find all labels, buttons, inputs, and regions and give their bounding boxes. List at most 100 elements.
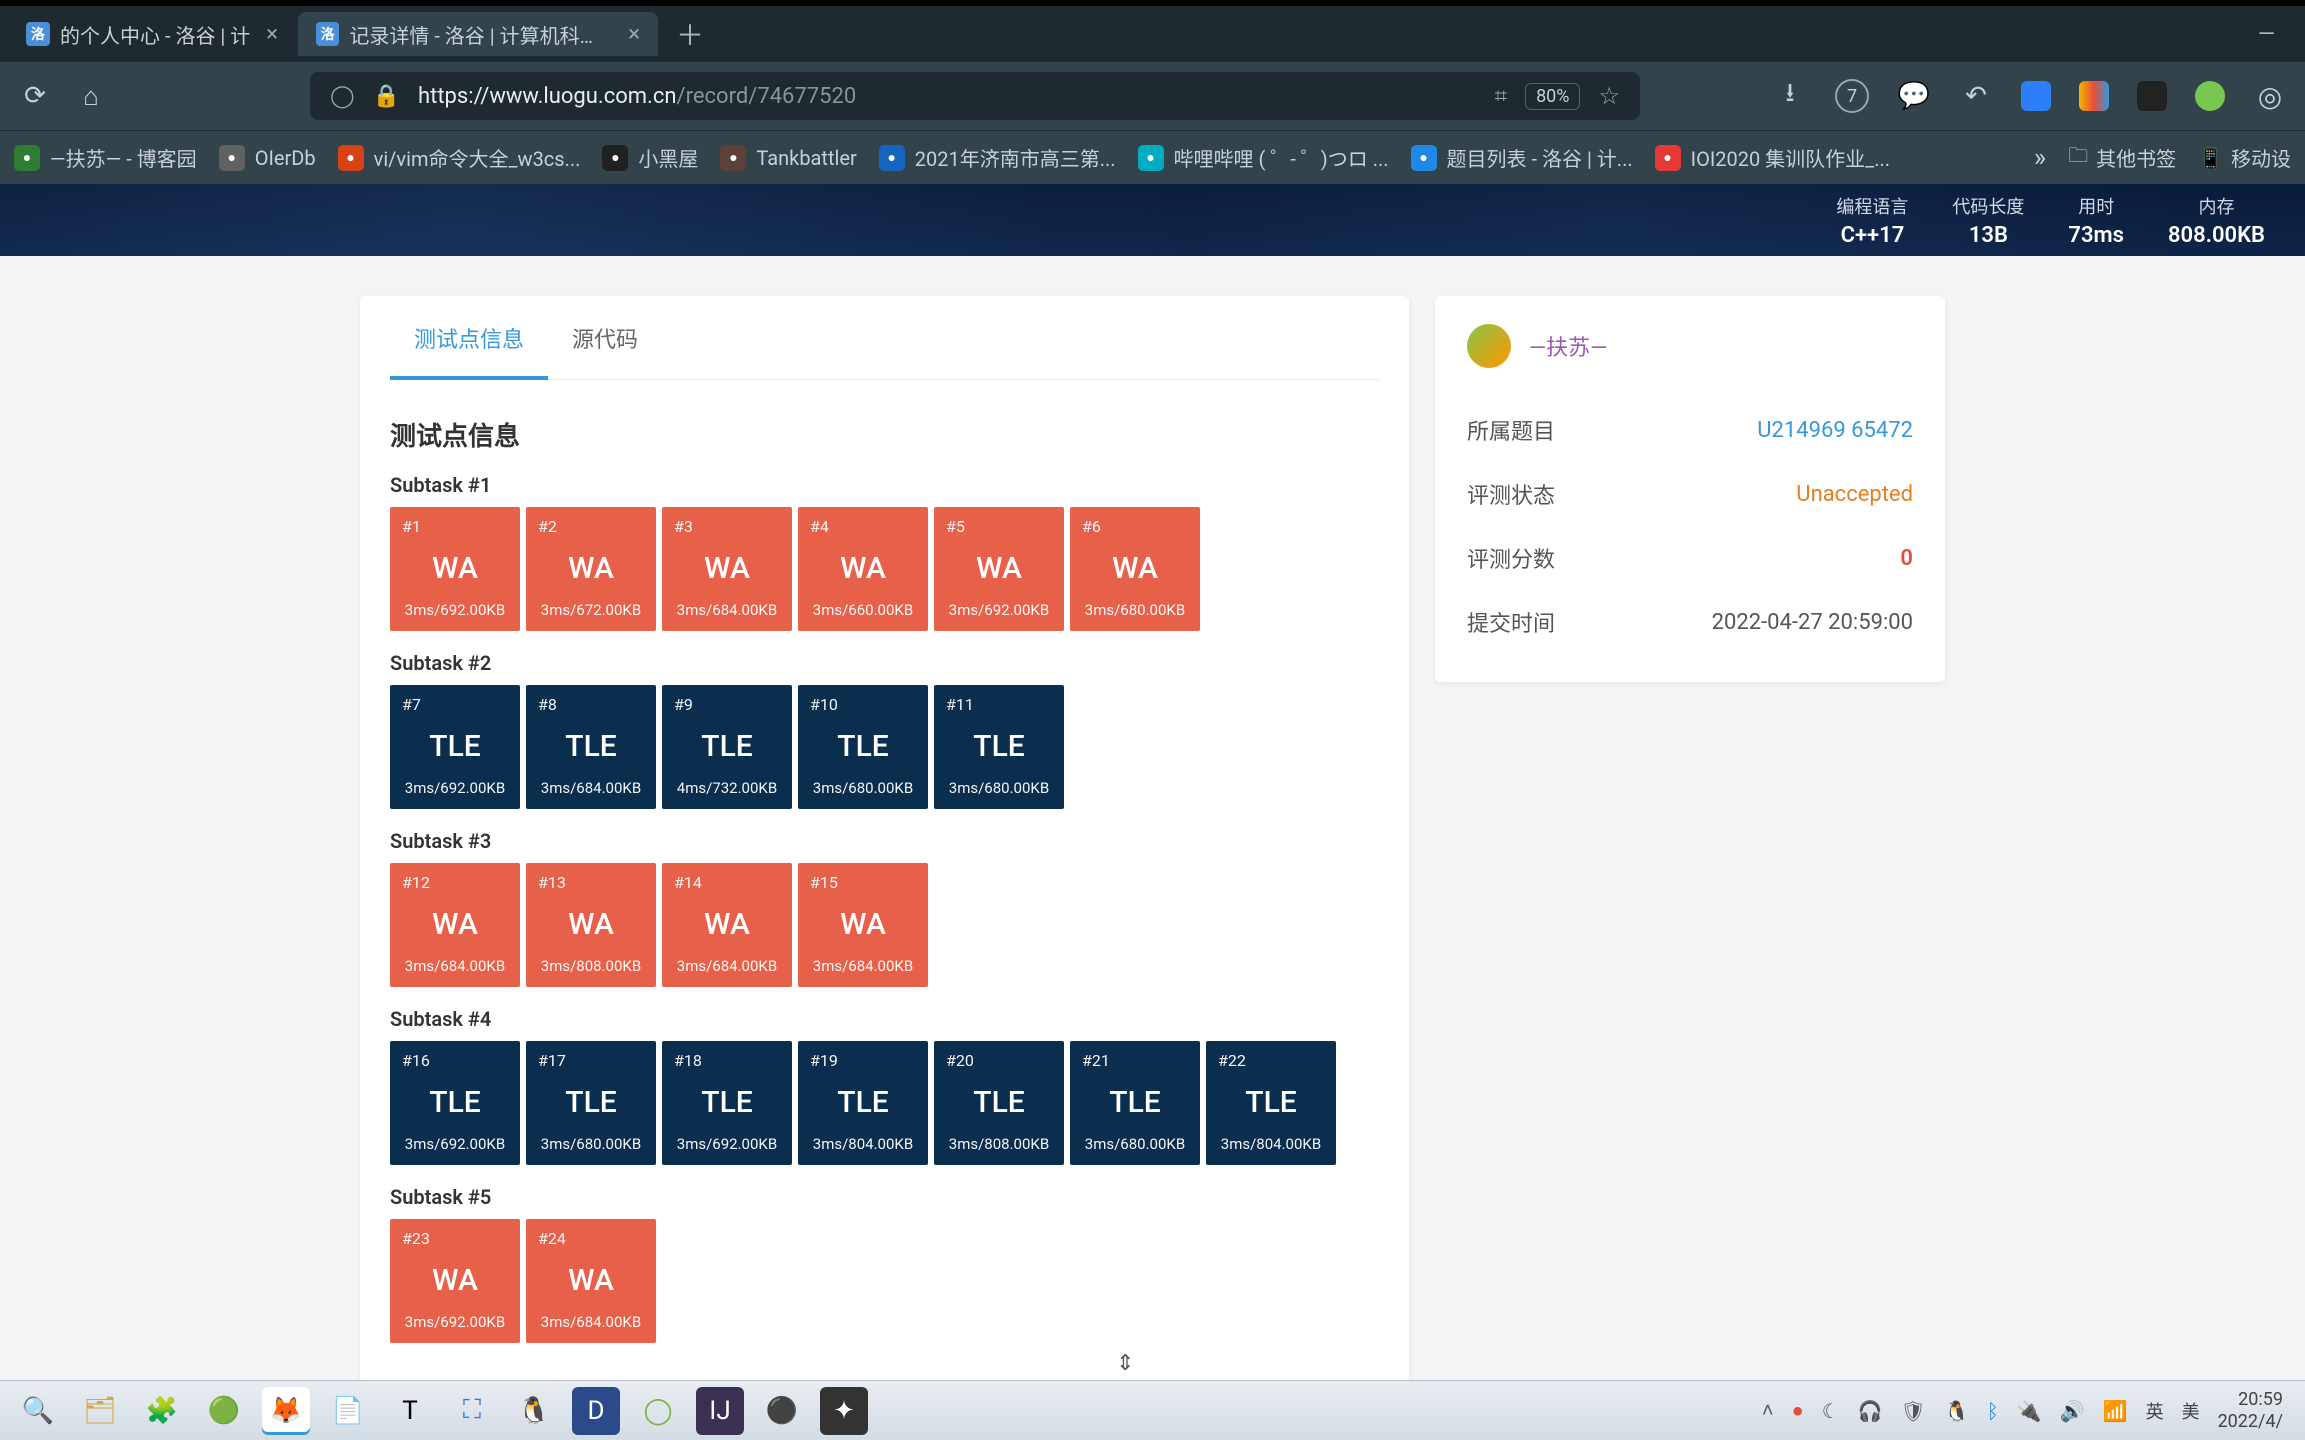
testcase-card[interactable]: #23WA3ms/692.00KB <box>390 1219 520 1343</box>
undo-icon[interactable]: ↶ <box>1959 81 1993 111</box>
testcase-card[interactable]: #9TLE4ms/732.00KB <box>662 685 792 809</box>
windows-taskbar: 🔍 🗂 🧩 🟢 🦊 📄 T ⛶ 🐧 D ◯ IJ ⚫ ✦ ˄ ● ☾ 🎧 🛡 🐧… <box>0 1380 2305 1440</box>
taskbar-text[interactable]: T <box>386 1387 434 1435</box>
ime-lang[interactable]: 英 <box>2146 1398 2164 1424</box>
ext-icon-4[interactable] <box>2195 81 2225 111</box>
testcase-meta: 3ms/680.00KB <box>1082 1135 1188 1153</box>
tray-bluetooth-icon[interactable]: ᛒ <box>1987 1399 1999 1423</box>
ime-sub[interactable]: 美 <box>2182 1398 2200 1424</box>
testcase-card[interactable]: #15WA3ms/684.00KB <box>798 863 928 987</box>
taskbar-qq[interactable]: 🐧 <box>510 1387 558 1435</box>
testcase-card[interactable]: #11TLE3ms/680.00KB <box>934 685 1064 809</box>
tray-wifi-icon[interactable]: 📶 <box>2103 1399 2128 1423</box>
testcase-card[interactable]: #16TLE3ms/692.00KB <box>390 1041 520 1165</box>
testcase-card[interactable]: #24WA3ms/684.00KB <box>526 1219 656 1343</box>
bookmark-item[interactable]: ●Tankbattler <box>720 145 856 171</box>
testcase-card[interactable]: #1WA3ms/692.00KB <box>390 507 520 631</box>
browser-toolbar: ⟳ ⌂ ◯ 🔒 https://www.luogu.com.cn/record/… <box>0 62 2305 130</box>
tray-battery-icon[interactable]: 🔌 <box>2017 1399 2042 1423</box>
testcase-card[interactable]: #10TLE3ms/680.00KB <box>798 685 928 809</box>
taskbar-app-g[interactable]: ◯ <box>634 1387 682 1435</box>
avatar[interactable] <box>1467 324 1511 368</box>
testcase-card[interactable]: #6WA3ms/680.00KB <box>1070 507 1200 631</box>
taskbar-devcpp[interactable]: D <box>572 1387 620 1435</box>
bookmark-item[interactable]: ●哔哩哔哩 ( ゜- ゜)つロ ... <box>1138 143 1389 172</box>
bookmark-overflow-button[interactable]: » <box>2034 143 2046 173</box>
system-clock[interactable]: 20:59 2022/4/ <box>2218 1389 2291 1432</box>
browser-tab[interactable]: 洛的个人中心 - 洛谷 | 计× <box>8 12 296 56</box>
bookmark-item[interactable]: ●2021年济南市高三第... <box>879 143 1116 172</box>
tray-volume-icon[interactable]: 🔊 <box>2060 1399 2085 1423</box>
bookmark-item[interactable]: ●—扶苏— - 博客园 <box>14 143 197 172</box>
chat-icon[interactable]: 💬 <box>1897 81 1931 111</box>
bookmark-folder-other[interactable]: 🗀 其他书签 <box>2068 141 2176 175</box>
tray-moon-icon[interactable]: ☾ <box>1822 1399 1840 1423</box>
bookmark-item[interactable]: ●OIerDb <box>219 145 316 171</box>
minimize-button[interactable]: — <box>2258 22 2275 47</box>
home-button[interactable]: ⌂ <box>74 81 108 112</box>
taskbar-firefox[interactable]: 🦊 <box>262 1387 310 1435</box>
bookmark-item[interactable]: ●IOI2020 集训队作业_... <box>1655 143 1890 172</box>
testcase-status: TLE <box>946 1085 1052 1120</box>
reader-icon[interactable]: ⌗ <box>1495 84 1507 109</box>
tray-rec-icon[interactable]: ● <box>1792 1398 1804 1423</box>
bookmark-star-icon[interactable]: ☆ <box>1598 82 1620 110</box>
testcase-number: #1 <box>402 517 508 536</box>
address-bar[interactable]: ◯ 🔒 https://www.luogu.com.cn/record/7467… <box>310 72 1640 120</box>
tab-close-icon[interactable]: × <box>266 22 278 47</box>
testcase-card[interactable]: #7TLE3ms/692.00KB <box>390 685 520 809</box>
tab-close-icon[interactable]: × <box>628 22 640 47</box>
bookmark-item[interactable]: ●题目列表 - 洛谷 | 计... <box>1411 143 1633 172</box>
testcase-card[interactable]: #12WA3ms/684.00KB <box>390 863 520 987</box>
taskbar-idea[interactable]: IJ <box>696 1387 744 1435</box>
taskbar-app-last[interactable]: ✦ <box>820 1387 868 1435</box>
testcase-card[interactable]: #3WA3ms/684.00KB <box>662 507 792 631</box>
ext-icon-3[interactable] <box>2137 81 2167 111</box>
taskbar-notes[interactable]: 📄 <box>324 1387 372 1435</box>
info-label: 所属题目 <box>1467 414 1555 446</box>
toolbar-right: ⭳ 7 💬 ↶ ◎ <box>1773 74 2287 118</box>
testcase-card[interactable]: #20TLE3ms/808.00KB <box>934 1041 1064 1165</box>
settings-icon[interactable]: ◎ <box>2253 80 2287 113</box>
testcase-card[interactable]: #22TLE3ms/804.00KB <box>1206 1041 1336 1165</box>
bookmark-item[interactable]: ●vi/vim命令大全_w3cs... <box>338 143 581 172</box>
bookmark-item[interactable]: ●小黑屋 <box>602 143 698 172</box>
reload-button[interactable]: ⟳ <box>18 81 52 111</box>
zoom-badge[interactable]: 80% <box>1525 83 1580 110</box>
bookmark-folder-mobile[interactable]: 📱 移动设 <box>2198 143 2291 172</box>
user-row: —扶苏— <box>1467 324 1913 368</box>
tray-shield-icon[interactable]: 🛡 <box>1901 1399 1926 1423</box>
testcase-card[interactable]: #2WA3ms/672.00KB <box>526 507 656 631</box>
taskbar-vscode[interactable]: ⛶ <box>448 1387 496 1435</box>
tab-source[interactable]: 源代码 <box>548 296 662 379</box>
downloads-icon[interactable]: ⭳ <box>1773 74 1807 118</box>
tray-headset-icon[interactable]: 🎧 <box>1858 1399 1883 1423</box>
testcase-status: WA <box>538 551 644 586</box>
testcase-card[interactable]: #8TLE3ms/684.00KB <box>526 685 656 809</box>
ext-icon-2[interactable] <box>2079 81 2109 111</box>
testcase-card[interactable]: #5WA3ms/692.00KB <box>934 507 1064 631</box>
tray-penguin-icon[interactable]: 🐧 <box>1944 1399 1969 1423</box>
taskbar-chrome[interactable]: 🟢 <box>200 1387 248 1435</box>
notifications-badge[interactable]: 7 <box>1835 79 1869 113</box>
tray-overflow-icon[interactable]: ˄ <box>1762 1398 1774 1423</box>
testcase-card[interactable]: #17TLE3ms/680.00KB <box>526 1041 656 1165</box>
testcase-card[interactable]: #19TLE3ms/804.00KB <box>798 1041 928 1165</box>
new-tab-button[interactable]: ＋ <box>660 6 720 62</box>
taskbar-app-a[interactable]: 🧩 <box>138 1387 186 1435</box>
taskbar-explorer[interactable]: 🗂 <box>76 1387 124 1435</box>
testcase-card[interactable]: #14WA3ms/684.00KB <box>662 863 792 987</box>
taskbar-obs[interactable]: ⚫ <box>758 1387 806 1435</box>
testcase-card[interactable]: #13WA3ms/808.00KB <box>526 863 656 987</box>
problem-link[interactable]: U214969 65472 <box>1757 418 1913 443</box>
username-link[interactable]: —扶苏— <box>1529 330 1607 362</box>
testcase-number: #14 <box>674 873 780 892</box>
testcase-card[interactable]: #4WA3ms/660.00KB <box>798 507 928 631</box>
tab-testinfo[interactable]: 测试点信息 <box>390 296 548 380</box>
testcase-card[interactable]: #18TLE3ms/692.00KB <box>662 1041 792 1165</box>
taskbar-search[interactable]: 🔍 <box>14 1387 62 1435</box>
testcase-card[interactable]: #21TLE3ms/680.00KB <box>1070 1041 1200 1165</box>
browser-tab[interactable]: 洛记录详情 - 洛谷 | 计算机科学教× <box>298 12 658 56</box>
ext-icon-1[interactable] <box>2021 81 2051 111</box>
testcase-row: #12WA3ms/684.00KB#13WA3ms/808.00KB#14WA3… <box>390 863 1379 987</box>
